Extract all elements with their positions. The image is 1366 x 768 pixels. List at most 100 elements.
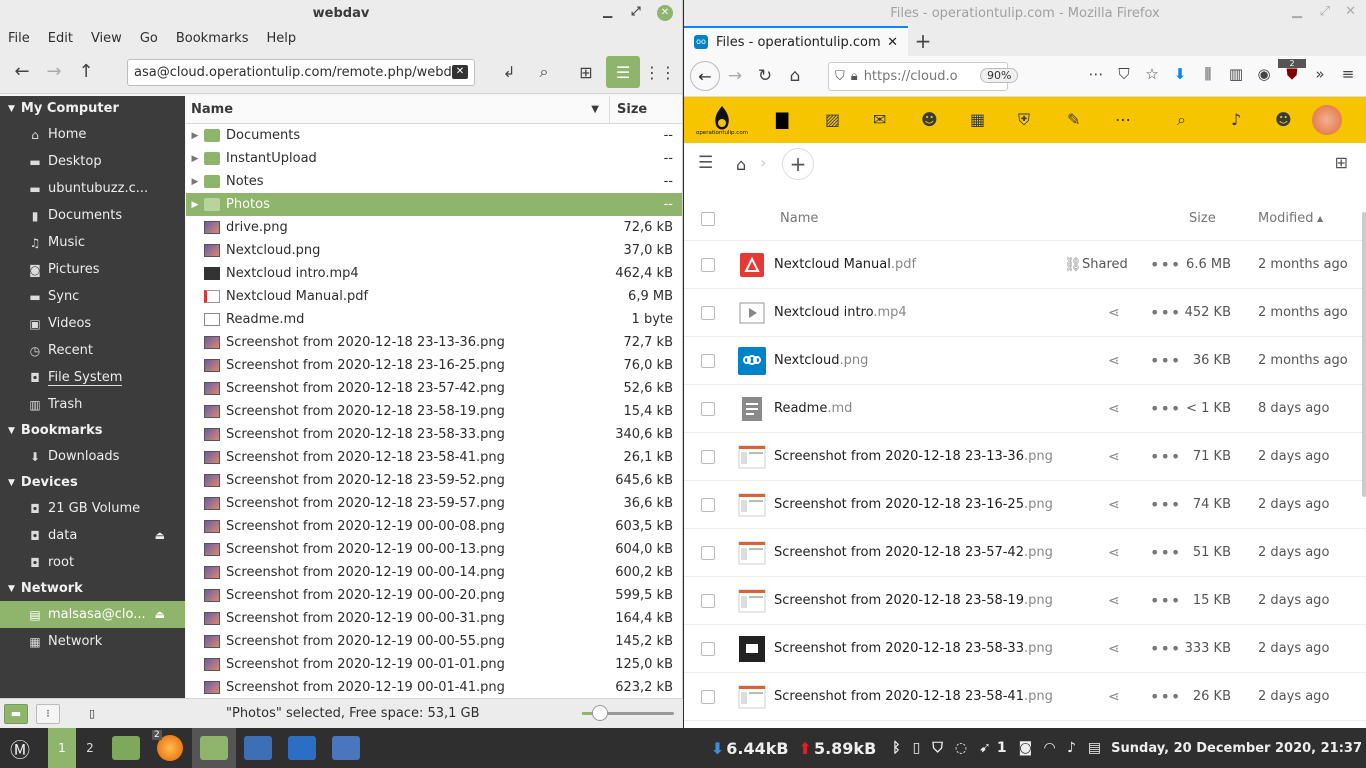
search-icon[interactable]: ⌕ [528,56,560,88]
menu-view[interactable]: View [91,31,122,46]
maximize-icon[interactable]: ⤢ [631,4,641,19]
close-icon[interactable]: ✕ [657,5,673,21]
sidebar-section-my-computer[interactable]: ▼ My Computer [0,96,185,121]
toggle-location-icon[interactable]: ↲ [493,56,525,88]
disk-icon[interactable]: ◙ [1019,740,1033,756]
share-icon[interactable]: ⋖ [1108,449,1120,465]
file-row[interactable]: Screenshot from 2020-12-19 00-00-14.png 6… [186,561,682,584]
avatar[interactable] [1312,105,1342,135]
table-row[interactable]: Screenshot from 2020-12-18 23-58-41.png ⋖… [684,673,1366,721]
menu-help[interactable]: Help [266,31,296,46]
taskbar-camera[interactable] [236,728,280,768]
volume-icon[interactable]: ♪ [1067,740,1076,756]
expander-arrow-icon[interactable]: ▶ [186,154,204,164]
link-icon[interactable]: ⛓ [1064,257,1082,273]
clipboard-icon[interactable]: ▯ [913,740,921,756]
file-row[interactable]: Screenshot from 2020-12-19 00-01-01.png 1… [186,653,682,676]
sidebar-section-network[interactable]: ▼ Network [0,576,185,601]
table-row[interactable]: Screenshot from 2020-12-18 23-58-19.png ⋖… [684,577,1366,625]
forward-arrow-icon[interactable]: → [38,56,70,88]
share-icon[interactable]: ⋖ [1108,353,1120,369]
file-row[interactable]: Screenshot from 2020-12-18 23-16-25.png 7… [186,354,682,377]
clear-location-icon[interactable]: ✕ [452,65,468,79]
page-actions-icon[interactable]: ⋯ [1082,65,1110,83]
sidebar-item-trash[interactable]: ▥ Trash [0,391,185,418]
file-row[interactable]: Screenshot from 2020-12-18 23-58-19.png 1… [186,400,682,423]
rocket-icon[interactable]: ➹ [979,740,991,756]
more-actions-icon[interactable]: ••• [1150,495,1181,514]
share-icon[interactable]: ⋖ [1108,305,1120,321]
menu-bookmarks[interactable]: Bookmarks [176,31,249,46]
sidebar-section-devices[interactable]: ▼ Devices [0,470,185,495]
clock[interactable]: Sunday, 20 December 2020, 21:37 [1111,741,1362,756]
column-header-modified[interactable]: Modified [1258,211,1313,226]
shared-label[interactable]: Shared [1082,257,1128,272]
row-checkbox[interactable] [701,305,715,320]
sidebar-icon[interactable]: ▥ [1222,65,1250,83]
file-row[interactable]: Screenshot from 2020-12-18 23-58-33.png 3… [186,423,682,446]
hamburger-menu-icon[interactable]: ≡ [1334,65,1362,83]
row-checkbox[interactable] [701,401,715,416]
more-actions-icon[interactable]: ••• [1150,687,1181,706]
share-icon[interactable]: ⋖ [1108,545,1120,561]
file-row[interactable]: Nextcloud intro.mp4 462,4 kB [186,262,682,285]
files-app-icon[interactable]: ▇ [776,110,788,129]
column-header-name[interactable]: Name ▼ [186,96,610,123]
bookmark-star-icon[interactable]: ☆ [1138,65,1166,83]
mail-app-icon[interactable]: ✉ [873,110,886,129]
deck-app-icon[interactable]: ⛨ [1018,110,1030,130]
more-actions-icon[interactable]: ••• [1150,543,1181,562]
more-actions-icon[interactable]: ••• [1150,351,1181,370]
close-icon[interactable]: ✕ [1345,4,1356,19]
row-checkbox[interactable] [701,593,715,608]
file-row[interactable]: Readme.md 1 byte [186,308,682,331]
sidebar-item-volume[interactable]: ◘ 21 GB Volume [0,495,185,522]
file-row[interactable]: drive.png 72,6 kB [186,216,682,239]
location-field[interactable]: asa@cloud.operationtulip.com/remote.php/… [127,59,475,86]
column-header-name[interactable]: Name [780,211,818,226]
file-row[interactable]: Screenshot from 2020-12-19 00-00-08.png 6… [186,515,682,538]
file-row[interactable]: Screenshot from 2020-12-19 00-00-55.png 1… [186,630,682,653]
share-icon[interactable]: ⋖ [1108,497,1120,513]
minimize-icon[interactable]: ▁ [603,4,612,18]
more-actions-icon[interactable]: ••• [1150,255,1181,274]
workspace-1[interactable]: 1 [48,728,76,768]
table-row[interactable]: Readme.md ⋖ ••• < 1 KB 8 days ago [684,385,1366,433]
file-row[interactable]: ▶ InstantUpload -- [186,147,682,170]
table-row[interactable]: Screenshot from 2020-12-18 23-16-25.png ⋖… [684,481,1366,529]
sidebar-item-sync[interactable]: ▬ Sync [0,283,185,310]
places-toggle-icon[interactable]: ▬ [4,703,28,724]
file-row[interactable]: Screenshot from 2020-12-18 23-13-36.png 7… [186,331,682,354]
more-actions-icon[interactable]: ••• [1150,303,1181,322]
workspace-2[interactable]: 2 [76,728,104,768]
file-row[interactable]: Screenshot from 2020-12-18 23-59-52.png 6… [186,469,682,492]
zoom-indicator[interactable]: 90% [980,68,1019,83]
menu-go[interactable]: Go [140,31,158,46]
overflow-icon[interactable]: » [1306,65,1334,83]
reload-icon[interactable]: ↻ [750,66,780,86]
breadcrumb-home-icon[interactable]: ⌂ [736,155,746,174]
more-actions-icon[interactable]: ••• [1150,447,1181,466]
more-apps-icon[interactable]: ⋯ [1115,110,1131,129]
sidebar-item-documents[interactable]: ▮ Documents [0,202,185,229]
sidebar-item-root[interactable]: ◘ root [0,549,185,576]
new-tab-icon[interactable]: + [908,29,938,53]
tab-files[interactable]: oo Files - operationtulip.com ✕ [684,26,908,56]
contacts-app-icon[interactable]: ☻ [921,110,938,129]
table-row[interactable]: Nextcloud.png ⋖ ••• 36 KB 2 months ago [684,337,1366,385]
minimize-icon[interactable]: ▁ [1292,4,1302,19]
sidebar-item-pictures[interactable]: ◙ Pictures [0,256,185,283]
sidebar-item-ubuntubuzz[interactable]: ▬ ubuntubuzz.c... [0,175,185,202]
menu-edit[interactable]: Edit [48,31,73,46]
file-row[interactable]: ▶ Photos -- [186,193,682,216]
up-arrow-icon[interactable]: ↑ [70,56,102,88]
notes-icon[interactable]: ▤ [1088,740,1101,756]
more-actions-icon[interactable]: ••• [1150,399,1181,418]
expander-arrow-icon[interactable]: ▶ [186,200,204,210]
file-row[interactable]: Screenshot from 2020-12-18 23-57-42.png 5… [186,377,682,400]
sidebar-item-home[interactable]: ⌂ Home [0,121,185,148]
table-row[interactable]: Screenshot from 2020-12-18 23-58-33.png ⋖… [684,625,1366,673]
back-arrow-icon[interactable]: ← [690,61,720,91]
scrollbar[interactable] [1362,212,1366,497]
file-name[interactable]: Screenshot from 2020-12-18 23-58-41.png [774,689,1053,704]
